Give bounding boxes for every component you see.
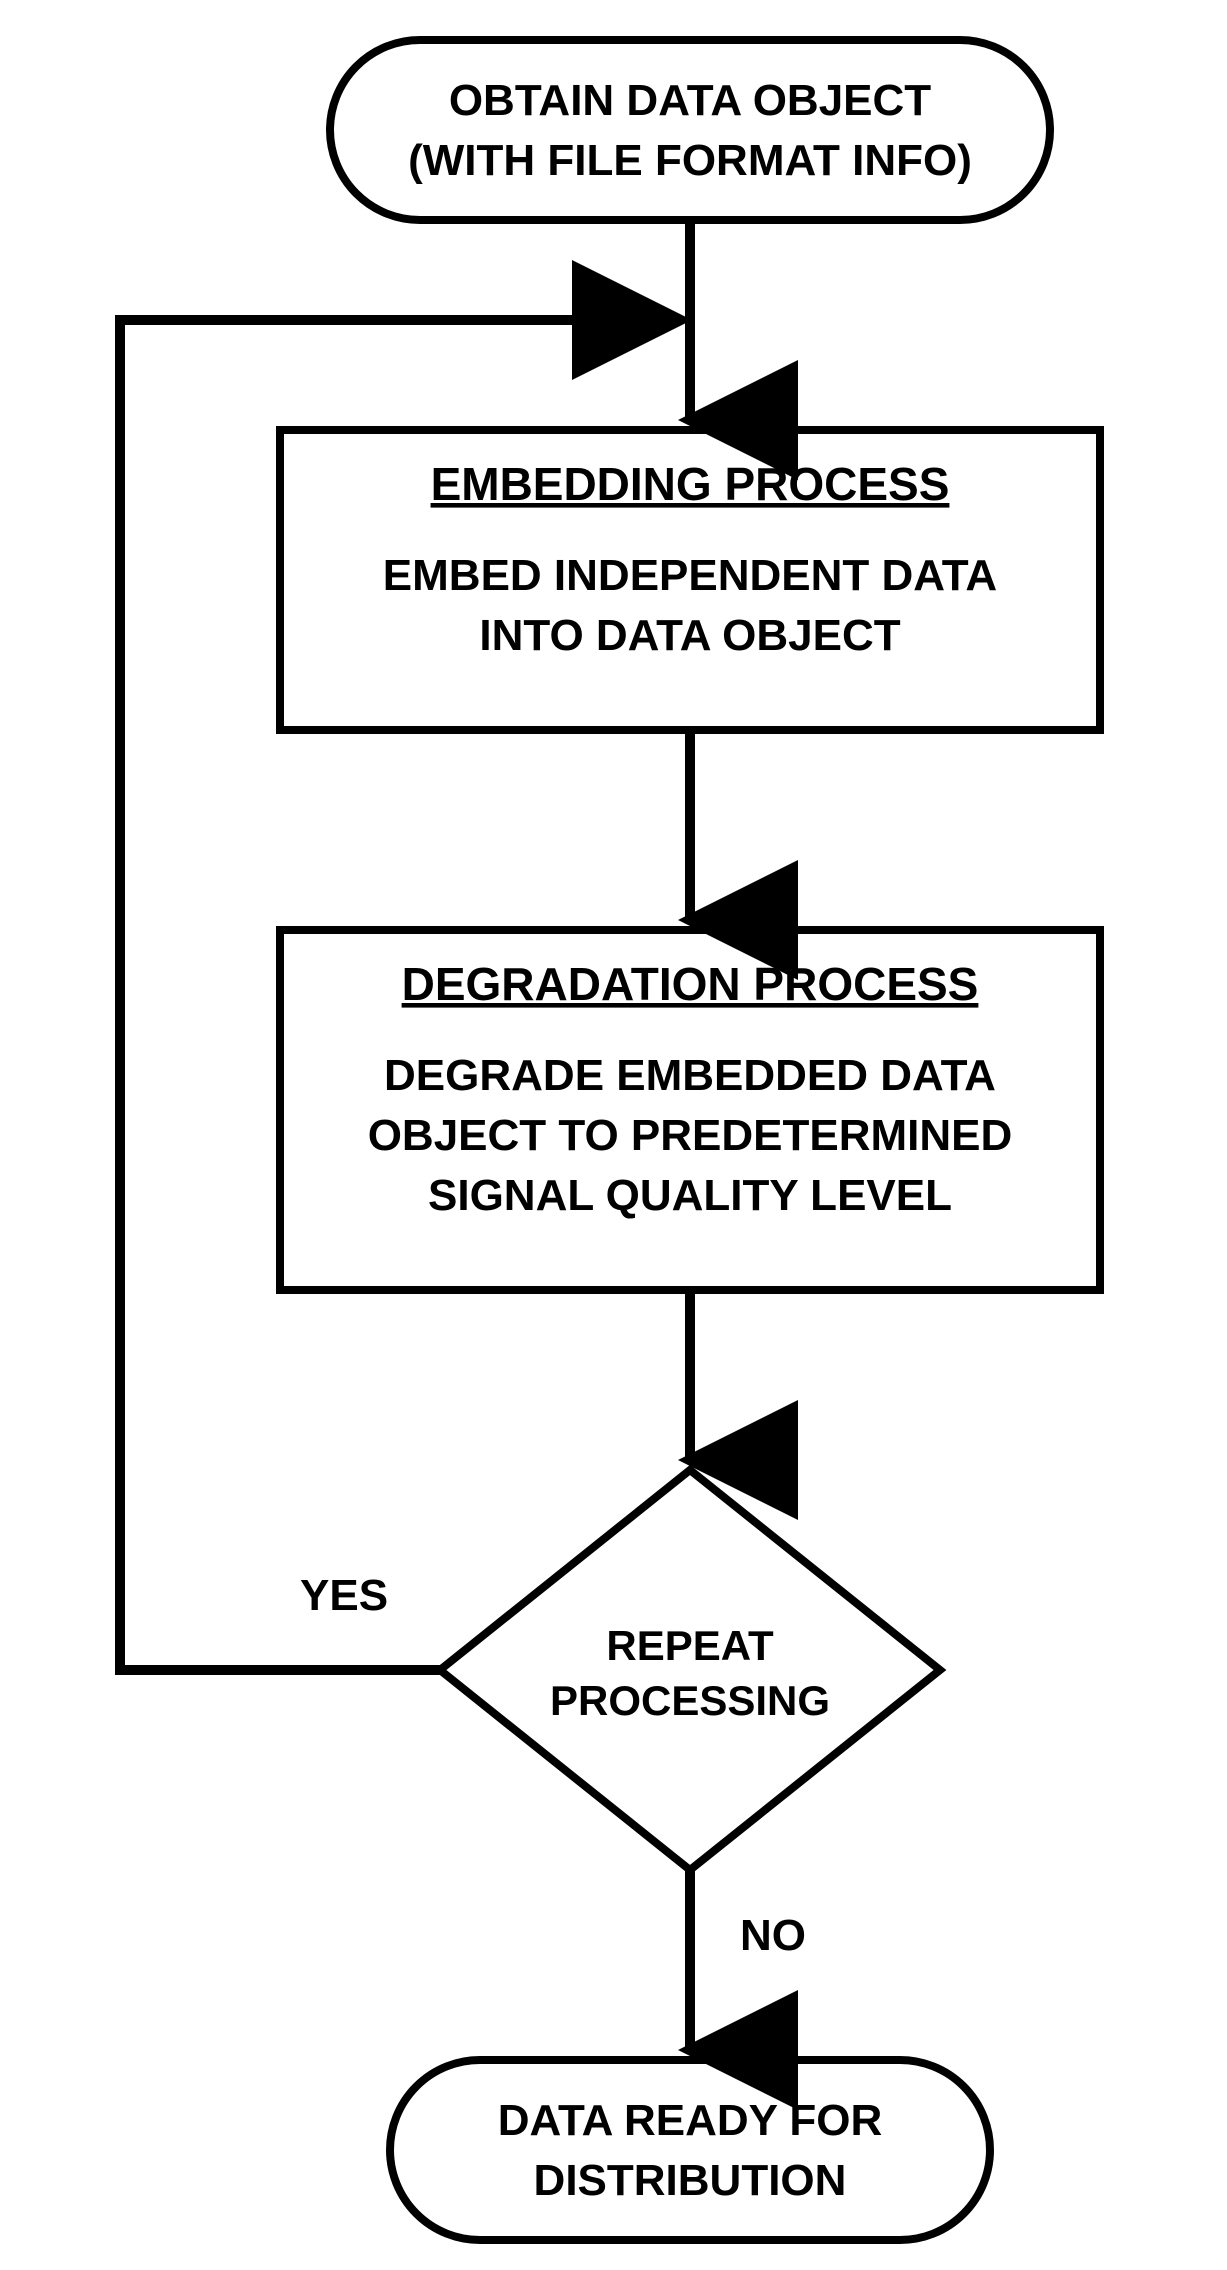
degrade-body3: SIGNAL QUALITY LEVEL <box>428 1171 952 1220</box>
end-line2: DISTRIBUTION <box>534 2156 847 2205</box>
embed-body1: EMBED INDEPENDENT DATA <box>383 551 997 600</box>
flowchart-diagram: OBTAIN DATA OBJECT (WITH FILE FORMAT INF… <box>0 0 1227 2270</box>
embed-body2: INTO DATA OBJECT <box>479 611 900 660</box>
node-start: OBTAIN DATA OBJECT (WITH FILE FORMAT INF… <box>330 40 1050 220</box>
degrade-title: DEGRADATION PROCESS <box>402 958 979 1010</box>
degrade-body2: OBJECT TO PREDETERMINED <box>368 1111 1013 1160</box>
node-degrade: DEGRADATION PROCESS DEGRADE EMBEDDED DAT… <box>280 930 1100 1290</box>
start-line2: (WITH FILE FORMAT INFO) <box>408 136 972 185</box>
degrade-body1: DEGRADE EMBEDDED DATA <box>384 1051 996 1100</box>
node-end: DATA READY FOR DISTRIBUTION <box>390 2060 990 2240</box>
node-embed: EMBEDDING PROCESS EMBED INDEPENDENT DATA… <box>280 430 1100 730</box>
end-line1: DATA READY FOR <box>498 2096 883 2145</box>
embed-title: EMBEDDING PROCESS <box>431 458 950 510</box>
decision-line1: REPEAT <box>606 1622 774 1669</box>
edge-label-yes: YES <box>300 1571 388 1620</box>
decision-line2: PROCESSING <box>550 1677 830 1724</box>
start-line1: OBTAIN DATA OBJECT <box>449 76 931 125</box>
edge-label-no: NO <box>740 1911 806 1960</box>
node-decision: REPEAT PROCESSING <box>440 1470 940 1870</box>
